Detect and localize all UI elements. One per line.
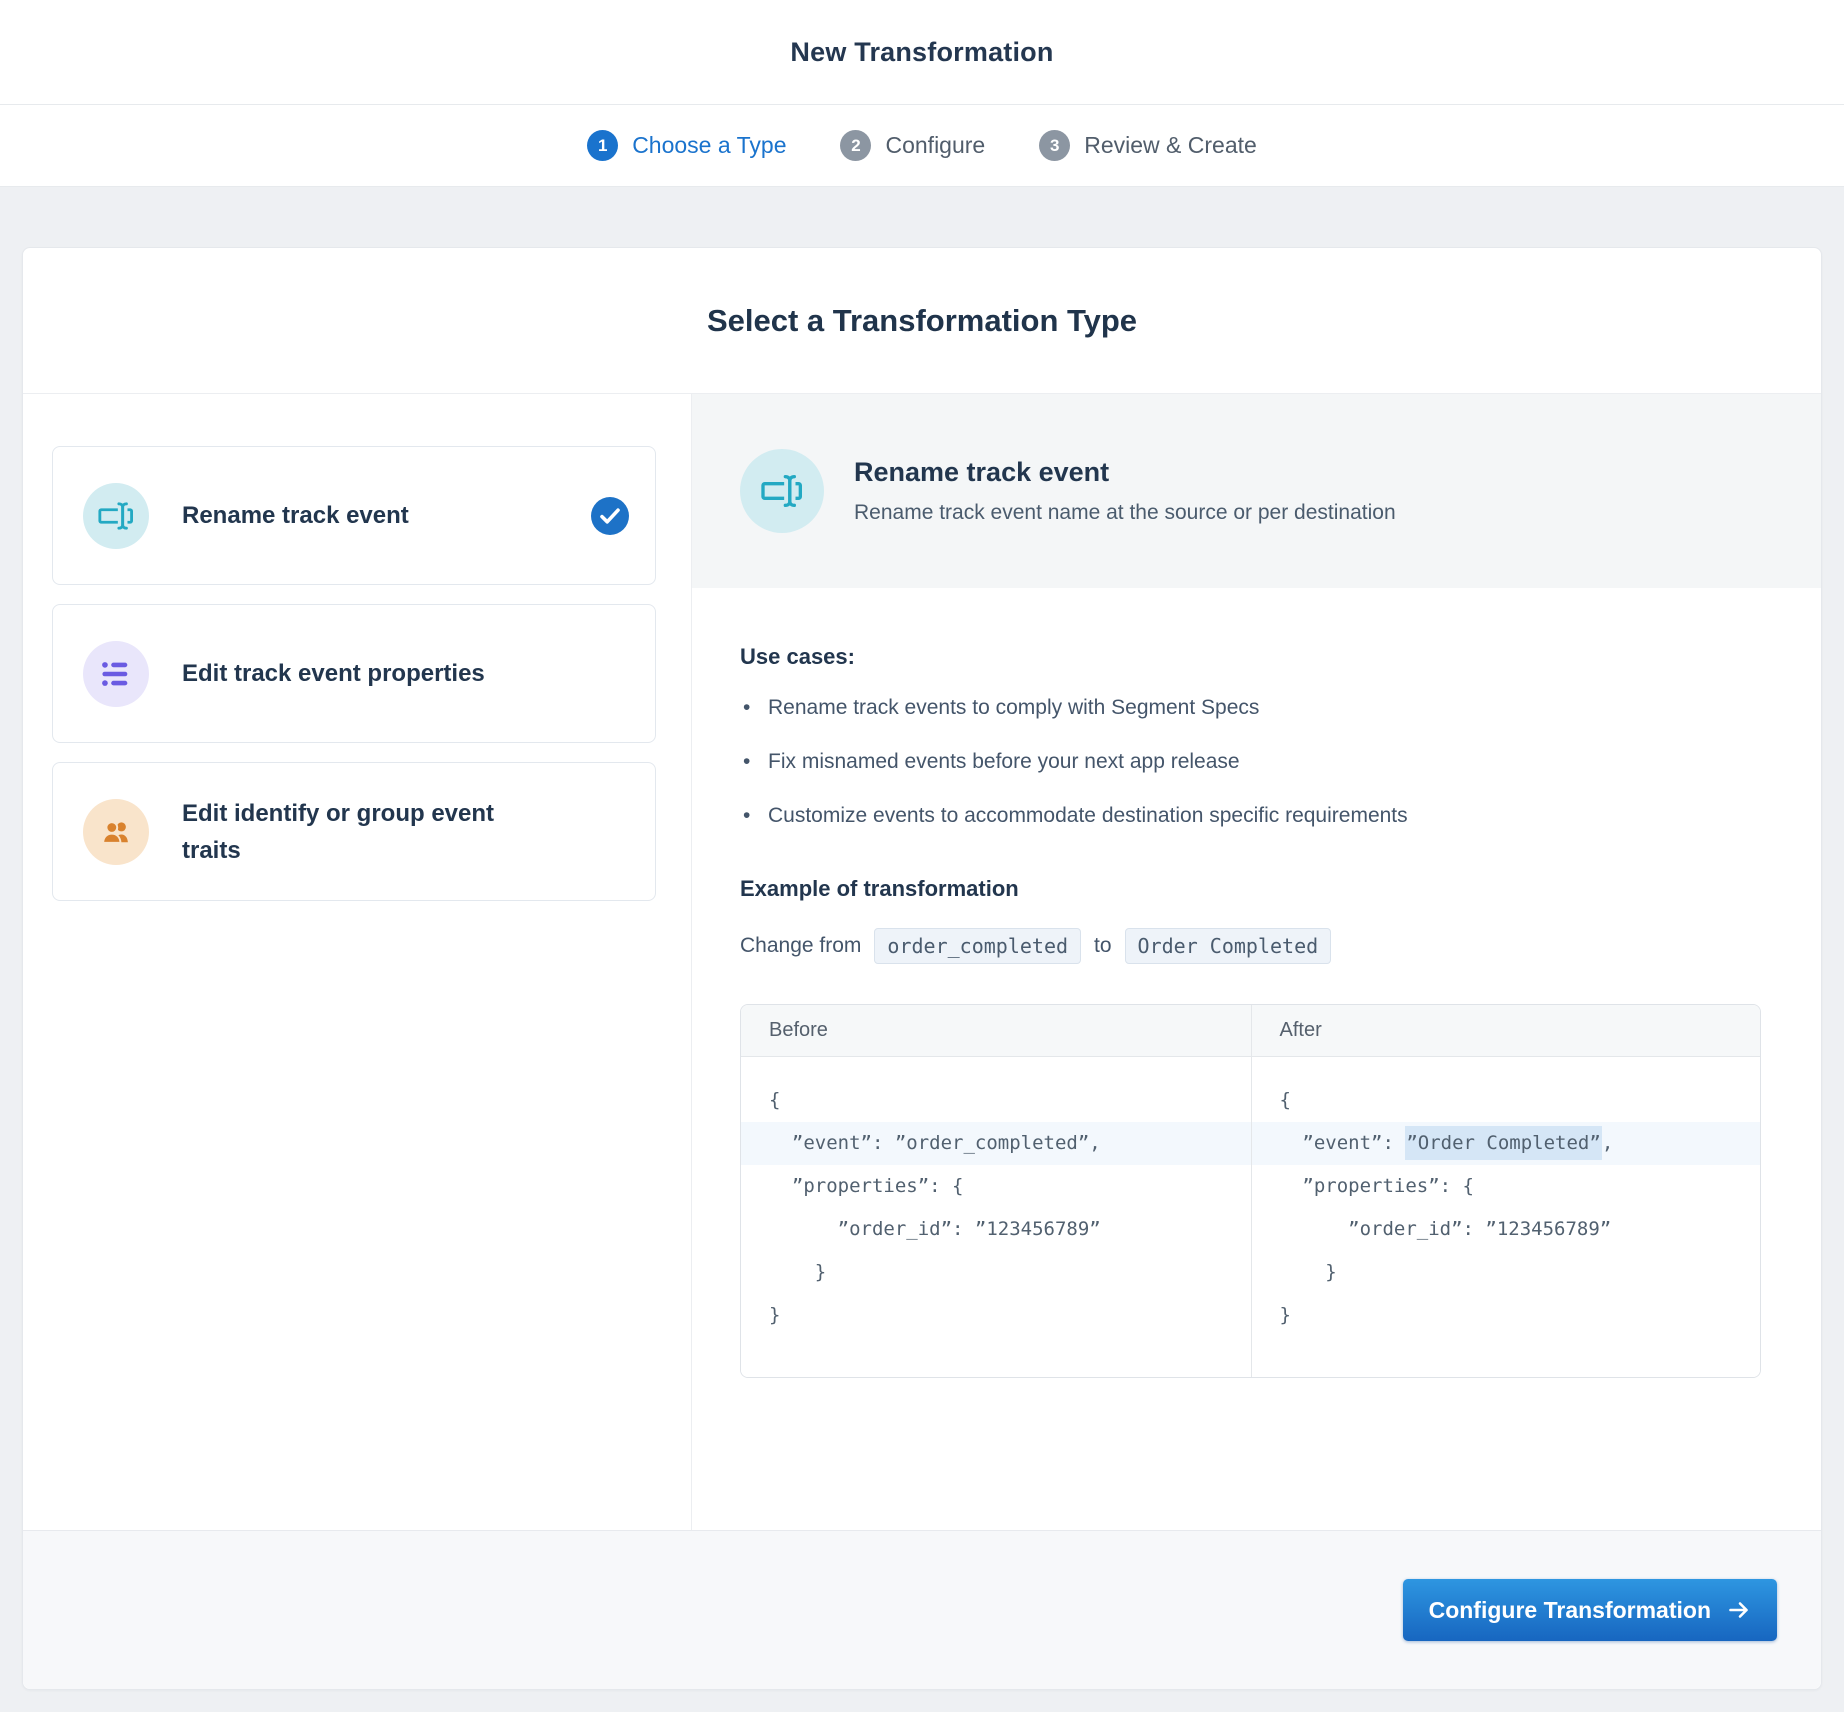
card-footer: Configure Transformation <box>23 1530 1821 1689</box>
banner-text: Rename track event Rename track event na… <box>854 457 1396 525</box>
rename-field-icon <box>83 482 149 549</box>
before-column-header: Before <box>741 1005 1251 1057</box>
detail-title: Rename track event <box>854 457 1110 487</box>
code-line: ”order_id”: ”123456789” <box>769 1218 1101 1240</box>
card-title: Select a Transformation Type <box>706 302 1138 338</box>
code-line: ”order_id”: ”123456789” <box>1279 1218 1612 1240</box>
code-line: ”properties”: { <box>769 1175 964 1197</box>
page-title: New Transformation <box>790 36 1054 67</box>
app-header: New Transformation <box>0 0 1844 105</box>
change-from-chip: order_completed <box>874 928 1082 964</box>
before-code-block: { ”event”: ”order_completed”, ”propertie… <box>741 1057 1251 1377</box>
after-code-block: { ”event”: ”Order Completed”, ”propertie… <box>1250 1057 1760 1377</box>
code-line: } <box>1279 1261 1337 1283</box>
wizard-stepper: 1 Choose a Type 2 Configure 3 Review & C… <box>0 105 1844 187</box>
detail-description: Rename track event name at the source or… <box>854 501 1396 524</box>
use-case-item: Fix misnamed events before your next app… <box>740 750 1761 774</box>
code-line: { <box>1279 1089 1291 1111</box>
change-connector: to <box>1094 934 1112 957</box>
code-line: ”properties”: { <box>1279 1175 1474 1197</box>
option-label: Edit track event properties <box>182 660 485 687</box>
rename-field-icon <box>740 449 824 533</box>
use-cases-list: Rename track events to comply with Segme… <box>740 696 1761 828</box>
option-rename-track-event[interactable]: Rename track event <box>52 446 656 585</box>
detail-banner: Rename track event Rename track event na… <box>692 394 1821 588</box>
use-case-item: Rename track events to comply with Segme… <box>740 696 1761 720</box>
main-area: Select a Transformation Type Rename trac… <box>0 187 1844 1690</box>
code-line: { <box>769 1089 781 1111</box>
stepper-step-configure[interactable]: 2 Configure <box>840 130 985 161</box>
detail-content: Use cases: Rename track events to comply… <box>692 588 1821 1378</box>
card-title-row: Select a Transformation Type <box>23 248 1821 394</box>
selected-check-icon <box>591 496 629 535</box>
step-1-label: Choose a Type <box>632 132 787 158</box>
change-example-line: Change from order_completed to Order Com… <box>740 928 1761 964</box>
option-label: Edit identify or group event traits <box>182 799 495 864</box>
arrow-right-icon <box>1727 1598 1751 1622</box>
step-2-label: Configure <box>885 132 986 158</box>
step-2-badge: 2 <box>840 130 872 161</box>
after-column-header: After <box>1250 1005 1760 1057</box>
step-1-badge: 1 <box>587 130 619 161</box>
use-case-item: Customize events to accommodate destinat… <box>740 804 1761 828</box>
transformation-type-card: Select a Transformation Type Rename trac… <box>22 247 1822 1690</box>
card-body: Rename track event Edit track event prop… <box>23 394 1821 1530</box>
example-heading: Example of transformation <box>740 876 1019 901</box>
step-3-label: Review & Create <box>1084 132 1257 158</box>
highlighted-token: ”Order Completed” <box>1405 1126 1602 1160</box>
stepper-step-choose-a-type[interactable]: 1 Choose a Type <box>587 130 786 161</box>
change-prefix: Change from <box>740 934 862 957</box>
option-edit-identify-or-group-event-traits[interactable]: Edit identify or group event traits <box>52 762 656 901</box>
code-line: } <box>1279 1304 1291 1326</box>
new-transformation-page: New Transformation 1 Choose a Type 2 Con… <box>0 0 1844 1712</box>
configure-button-label: Configure Transformation <box>1428 1596 1711 1623</box>
step-3-badge: 3 <box>1039 130 1071 161</box>
configure-transformation-button[interactable]: Configure Transformation <box>1402 1579 1777 1641</box>
users-icon <box>83 798 149 865</box>
use-cases-heading: Use cases: <box>740 644 855 669</box>
code-line: } <box>769 1261 827 1283</box>
stepper-step-review-create[interactable]: 3 Review & Create <box>1039 130 1257 161</box>
list-icon <box>83 640 149 707</box>
option-edit-track-event-properties[interactable]: Edit track event properties <box>52 604 656 743</box>
transformation-options-list: Rename track event Edit track event prop… <box>23 394 692 1530</box>
change-to-chip: Order Completed <box>1124 928 1332 964</box>
option-label: Rename track event <box>182 502 409 529</box>
code-line: } <box>769 1304 781 1326</box>
code-line-highlighted-row: ”event”: ”Order Completed”, <box>1251 1122 1760 1165</box>
code-line-highlighted-row: ”event”: ”order_completed”, <box>741 1122 1251 1165</box>
before-after-code-table: Before After { ”event”: ”order_completed… <box>740 1004 1761 1378</box>
option-detail-panel: Rename track event Rename track event na… <box>692 394 1821 1530</box>
